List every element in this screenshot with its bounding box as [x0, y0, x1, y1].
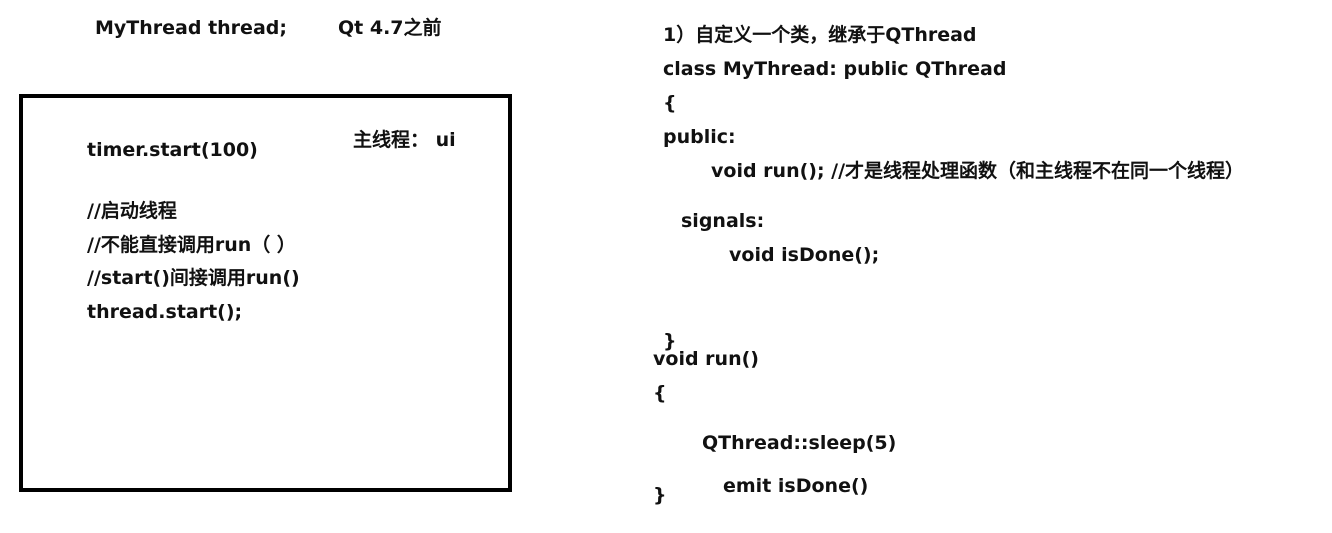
public-keyword: public:: [663, 126, 736, 148]
comment-no-direct-run: //不能直接调用run（ ）: [87, 234, 296, 256]
signal-declaration: void isDone();: [729, 244, 880, 266]
class-declaration: class MyThread: public QThread: [663, 58, 1007, 80]
qt-version-note: Qt 4.7之前: [338, 17, 442, 39]
emit-call: emit isDone(): [723, 475, 869, 497]
run-declaration: void run(); //才是线程处理函数（和主线程不在同一个线程）: [711, 160, 1245, 182]
thread-start-call: thread.start();: [87, 301, 243, 323]
class-open-brace: {: [663, 92, 677, 114]
thread-declaration: MyThread thread;: [95, 17, 287, 39]
run-close-brace: }: [653, 484, 667, 506]
run-signature: void run(): [653, 348, 759, 370]
comment-start-calls-run: //start()间接调用run(): [87, 267, 300, 289]
main-thread-label: 主线程： ui: [353, 129, 456, 151]
step-heading: 1）自定义一个类，继承于QThread: [663, 24, 977, 46]
timer-start-line: timer.start(100): [87, 139, 258, 161]
run-open-brace: {: [653, 382, 667, 404]
signals-keyword: signals:: [681, 210, 765, 232]
comment-start-thread: //启动线程: [87, 200, 177, 222]
sleep-call: QThread::sleep(5): [702, 432, 897, 454]
